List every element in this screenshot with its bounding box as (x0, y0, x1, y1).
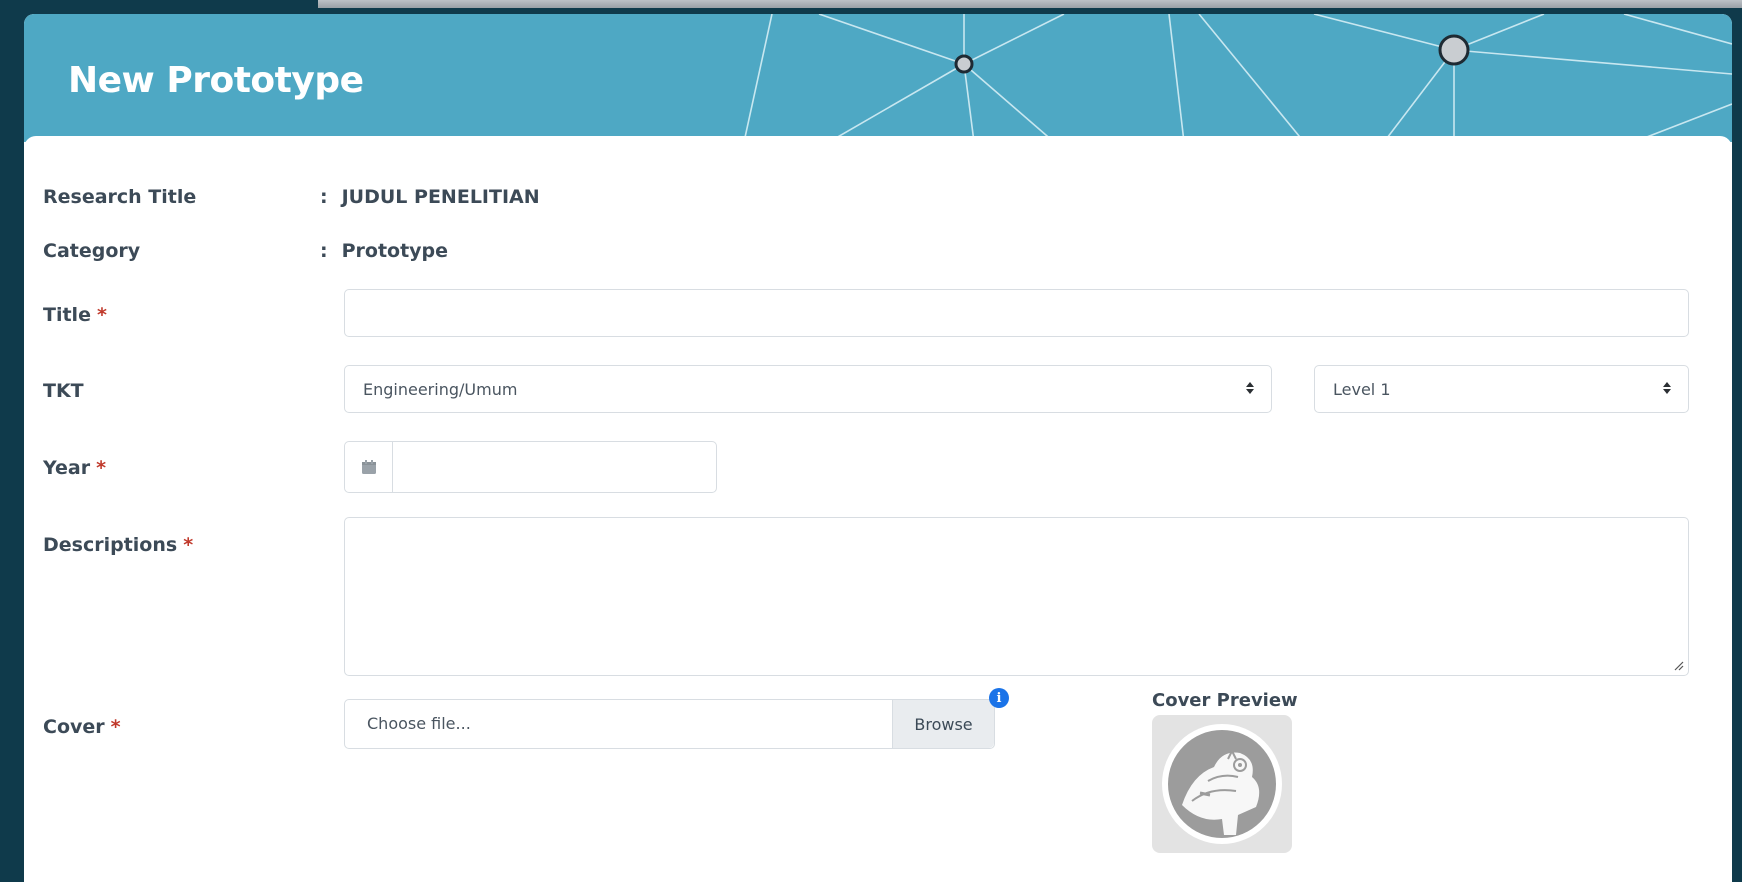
colon: : (320, 186, 328, 208)
year-label-text: Year (43, 457, 91, 479)
cover-file-input[interactable]: Choose file... Browse (344, 699, 995, 749)
required-mark: * (96, 457, 107, 479)
colon: : (320, 240, 328, 262)
research-title-label: Research Title (43, 186, 197, 208)
cover-label: Cover * (43, 716, 121, 738)
page-title: New Prototype (68, 60, 364, 101)
year-input[interactable] (344, 441, 717, 493)
calendar-icon (361, 460, 376, 474)
sort-caret-icon (1663, 382, 1671, 394)
tkt-level-select[interactable]: Level 1 (1314, 365, 1689, 413)
calendar-addon[interactable] (345, 442, 393, 492)
cover-file-placeholder: Choose file... (367, 714, 471, 733)
title-input[interactable] (344, 289, 1689, 337)
tkt-level-selected: Level 1 (1333, 380, 1391, 399)
tkt-field-select[interactable]: Engineering/Umum (344, 365, 1272, 413)
required-mark: * (183, 534, 194, 556)
cover-preview-image (1152, 715, 1292, 853)
form-card: New Prototype (24, 14, 1732, 882)
tkt-label: TKT (43, 380, 84, 402)
year-label: Year * (43, 457, 106, 479)
resize-handle-icon[interactable] (1674, 661, 1684, 671)
descriptions-label-text: Descriptions (43, 534, 178, 556)
required-mark: * (110, 716, 121, 738)
research-title-value: : JUDUL PENELITIAN (320, 186, 540, 208)
sort-caret-icon (1246, 382, 1254, 394)
tkt-field-selected: Engineering/Umum (363, 380, 518, 399)
category-text: Prototype (341, 240, 449, 262)
browse-button[interactable]: Browse (892, 700, 994, 748)
title-label: Title * (43, 304, 107, 326)
required-mark: * (96, 304, 107, 326)
category-value: : Prototype (320, 240, 448, 262)
category-label: Category (43, 240, 141, 262)
info-icon[interactable]: i (989, 688, 1009, 708)
browser-top-strip (318, 0, 1742, 8)
form-body (24, 136, 1732, 882)
cover-label-text: Cover (43, 716, 105, 738)
wayang-logo (1162, 724, 1282, 844)
descriptions-textarea[interactable] (344, 517, 1689, 676)
descriptions-label: Descriptions * (43, 534, 193, 556)
research-title-text: JUDUL PENELITIAN (341, 186, 540, 208)
header-banner: New Prototype (24, 14, 1732, 142)
cover-preview-label: Cover Preview (1152, 690, 1298, 711)
title-label-text: Title (43, 304, 91, 326)
